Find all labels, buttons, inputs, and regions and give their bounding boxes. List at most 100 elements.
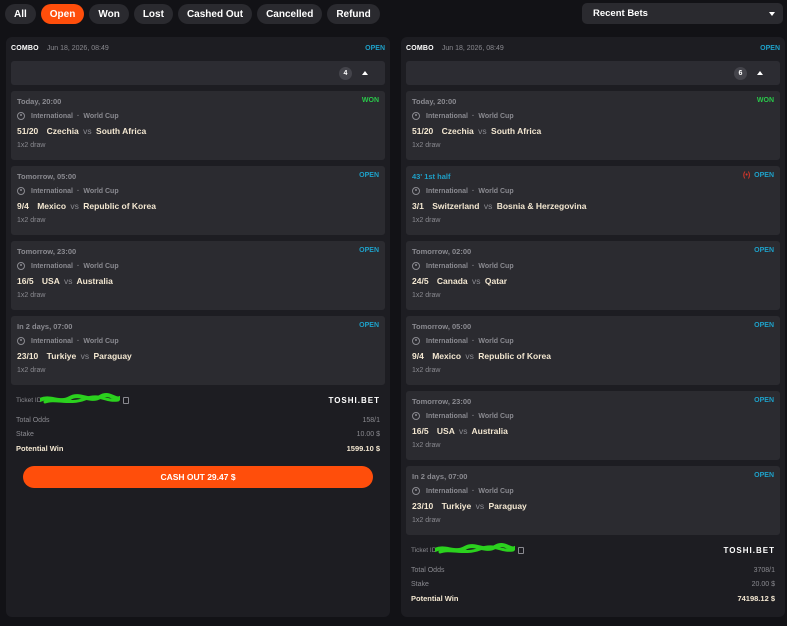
leg-item[interactable]: Tomorrow, 02:00 OPEN International · Wor… bbox=[406, 241, 780, 310]
competition-name: International bbox=[426, 187, 469, 195]
filter-cancelled[interactable]: Cancelled bbox=[257, 4, 323, 24]
competition-name: International bbox=[426, 112, 469, 120]
leg-odds: 9/4 bbox=[17, 201, 29, 211]
filter-refund[interactable]: Refund bbox=[327, 4, 380, 24]
home-team: Canada bbox=[436, 276, 468, 286]
ticket-label: Ticket ID bbox=[16, 396, 42, 404]
leg-time: Tomorrow, 05:00 bbox=[17, 172, 77, 181]
leg-item[interactable]: Tomorrow, 05:00 OPEN International · Wor… bbox=[406, 316, 780, 385]
away-team: Bosnia & Herzegovina bbox=[496, 201, 587, 211]
potential-win-label: Potential Win bbox=[411, 593, 459, 603]
leg-item[interactable]: Today, 20:00 WON International · World C… bbox=[11, 91, 385, 160]
legs-toggle[interactable]: 4 bbox=[11, 61, 385, 85]
legs-toggle[interactable]: 6 bbox=[406, 61, 780, 85]
leg-item[interactable]: Tomorrow, 05:00 OPEN International · Wor… bbox=[11, 166, 385, 235]
brand-logo: TOSHI.BET bbox=[328, 395, 380, 405]
leg-odds: 9/4 bbox=[412, 351, 424, 361]
leg-time: Tomorrow, 23:00 bbox=[412, 397, 472, 406]
leg-competition: International · World Cup bbox=[412, 487, 514, 495]
vs-label: vs bbox=[458, 426, 468, 436]
soccer-ball-icon bbox=[412, 112, 420, 120]
leg-match: 3/1 Switzerland vs Bosnia & Herzegovina bbox=[412, 201, 586, 211]
competition-name: International bbox=[426, 337, 469, 345]
potential-win-value: 1599.10 $ bbox=[346, 443, 380, 453]
home-team: Mexico bbox=[37, 201, 67, 211]
potential-win-row: Potential Win 1599.10 $ bbox=[16, 441, 380, 455]
competition-name: International bbox=[426, 412, 469, 420]
leg-market: 1x2 draw bbox=[412, 217, 441, 224]
bet-header: COMBO Jun 18, 2026, 08:49 OPEN bbox=[406, 42, 780, 54]
league-name: World Cup bbox=[478, 112, 514, 120]
leg-competition: International · World Cup bbox=[412, 187, 514, 195]
total-odds-value: 158/1 bbox=[362, 416, 380, 424]
leg-status: OPEN bbox=[754, 322, 774, 329]
leg-match: 23/10 Turkiye vs Paraguay bbox=[17, 351, 132, 361]
league-name: World Cup bbox=[478, 487, 514, 495]
filter-won[interactable]: Won bbox=[89, 4, 129, 24]
filter-open[interactable]: Open bbox=[40, 4, 85, 24]
league-name: World Cup bbox=[478, 337, 514, 345]
leg-item[interactable]: In 2 days, 07:00 OPEN International · Wo… bbox=[11, 316, 385, 385]
home-team: Czechia bbox=[46, 126, 79, 136]
filter-cashed-out[interactable]: Cashed Out bbox=[177, 4, 253, 24]
leg-item[interactable]: Today, 20:00 WON International · World C… bbox=[406, 91, 780, 160]
away-team: Republic of Korea bbox=[478, 351, 552, 361]
redaction-scribble bbox=[40, 392, 120, 403]
bets-period-dropdown[interactable]: Recent Bets bbox=[582, 3, 783, 24]
leg-competition: International · World Cup bbox=[17, 112, 119, 120]
soccer-ball-icon bbox=[412, 412, 420, 420]
copy-icon[interactable] bbox=[518, 546, 525, 554]
ticket-id-row: Ticket ID TOSHI.BET bbox=[16, 392, 380, 407]
soccer-ball-icon bbox=[412, 337, 420, 345]
soccer-ball-icon bbox=[412, 487, 420, 495]
total-odds-label: Total Odds bbox=[411, 566, 445, 574]
filter-all[interactable]: All bbox=[5, 4, 36, 24]
vs-label: vs bbox=[80, 351, 90, 361]
leg-status: OPEN bbox=[754, 472, 774, 479]
leg-odds: 23/10 bbox=[17, 351, 39, 361]
bet-status: OPEN bbox=[760, 44, 780, 52]
separator-dot: · bbox=[472, 262, 475, 270]
leg-competition: International · World Cup bbox=[412, 262, 514, 270]
leg-item[interactable]: Tomorrow, 23:00 OPEN International · Wor… bbox=[406, 391, 780, 460]
leg-match: 9/4 Mexico vs Republic of Korea bbox=[412, 351, 551, 361]
leg-item[interactable]: 43' 1st half (•) OPEN International · Wo… bbox=[406, 166, 780, 235]
leg-market: 1x2 draw bbox=[17, 142, 46, 149]
cash-out-button[interactable]: CASH OUT 29.47 $ bbox=[23, 466, 373, 488]
potential-win-label: Potential Win bbox=[16, 443, 64, 453]
leg-market: 1x2 draw bbox=[17, 217, 46, 224]
filter-lost[interactable]: Lost bbox=[133, 4, 173, 24]
dropdown-label: Recent Bets bbox=[593, 8, 648, 19]
vs-label: vs bbox=[475, 501, 485, 511]
leg-item[interactable]: In 2 days, 07:00 OPEN International · Wo… bbox=[406, 466, 780, 535]
ticket-label: Ticket ID bbox=[411, 546, 437, 554]
bet-header: COMBO Jun 18, 2026, 08:49 OPEN bbox=[11, 42, 385, 54]
stake-value: 20.00 $ bbox=[751, 580, 775, 588]
leg-time: In 2 days, 07:00 bbox=[412, 472, 468, 481]
soccer-ball-icon bbox=[17, 262, 25, 270]
separator-dot: · bbox=[472, 187, 475, 195]
copy-icon[interactable] bbox=[123, 396, 130, 404]
leg-odds: 51/20 bbox=[17, 126, 39, 136]
total-odds-row: Total Odds 3708/1 bbox=[411, 563, 775, 577]
vs-label: vs bbox=[83, 126, 92, 136]
leg-item[interactable]: Tomorrow, 23:00 OPEN International · Wor… bbox=[11, 241, 385, 310]
competition-name: International bbox=[426, 262, 469, 270]
chevron-up-icon bbox=[757, 71, 763, 75]
leg-status: OPEN bbox=[359, 322, 379, 329]
potential-win-row: Potential Win 74198.12 $ bbox=[411, 591, 775, 605]
bet-date: Jun 18, 2026, 08:49 bbox=[46, 44, 109, 52]
leg-time: Today, 20:00 bbox=[17, 97, 62, 106]
leg-odds: 24/5 bbox=[412, 276, 429, 286]
separator-dot: · bbox=[77, 187, 80, 195]
leg-match: 16/5 USA vs Australia bbox=[17, 276, 113, 286]
stake-label: Stake bbox=[16, 430, 34, 438]
league-name: World Cup bbox=[83, 262, 119, 270]
leg-match: 51/20 Czechia vs South Africa bbox=[17, 126, 146, 136]
leg-market: 1x2 draw bbox=[17, 367, 46, 374]
separator-dot: · bbox=[472, 487, 475, 495]
home-team: Turkiye bbox=[441, 501, 472, 511]
competition-name: International bbox=[31, 337, 74, 345]
stake-value: 10.00 $ bbox=[356, 430, 380, 438]
home-team: Turkiye bbox=[46, 351, 77, 361]
